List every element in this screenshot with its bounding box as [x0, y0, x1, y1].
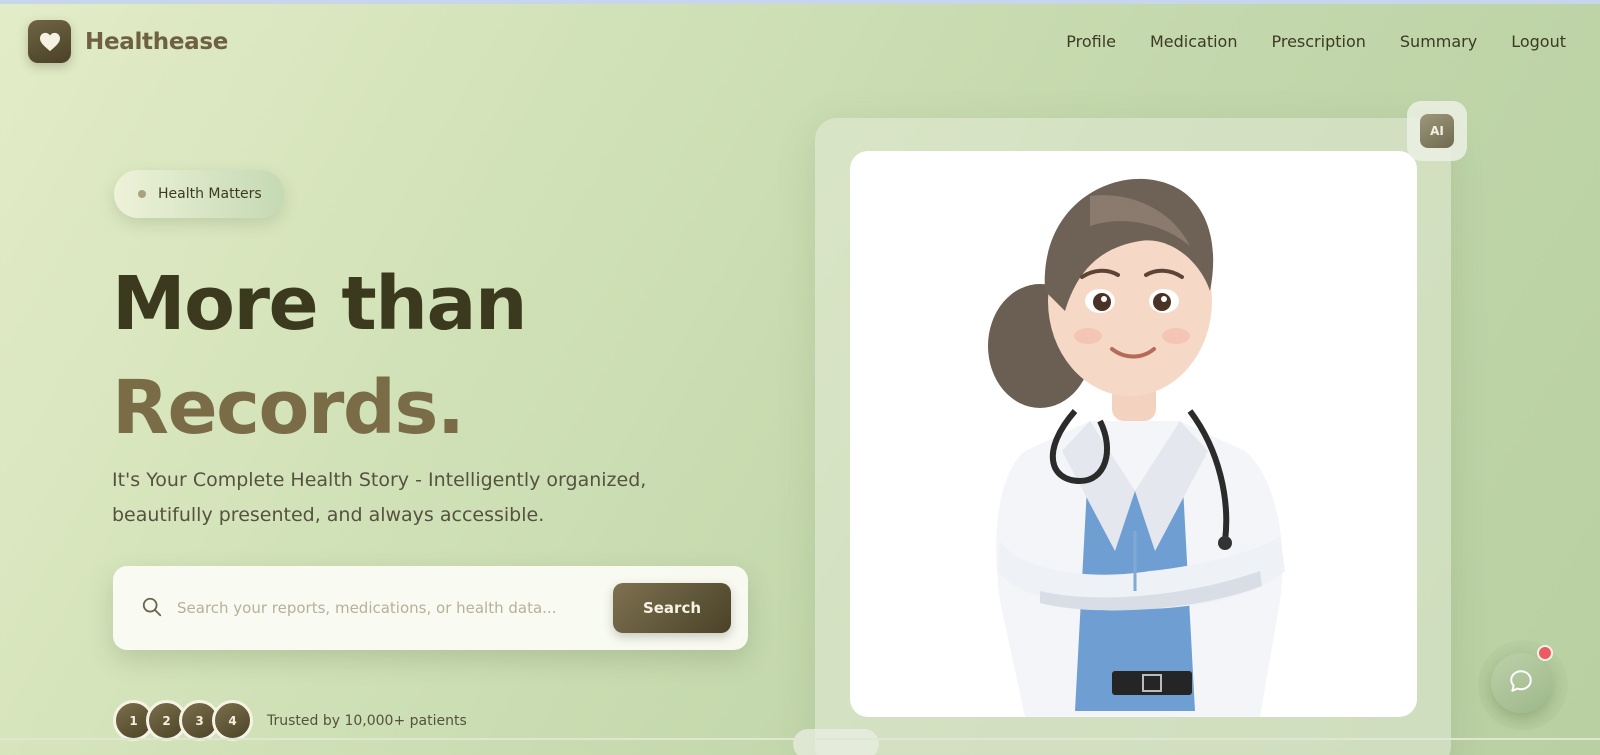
nav-prescription[interactable]: Prescription — [1271, 30, 1365, 54]
hero-subtitle: It's Your Complete Health Story - Intell… — [112, 469, 647, 526]
search-icon — [141, 596, 163, 623]
nav-logout[interactable]: Logout — [1511, 30, 1566, 54]
ai-badge-container[interactable]: AI — [1407, 101, 1467, 161]
page-bottom-edge — [0, 738, 1600, 740]
nav-profile[interactable]: Profile — [1066, 30, 1116, 54]
heart-icon — [28, 20, 71, 63]
brand-name: Healthease — [85, 28, 229, 55]
badge-dot — [138, 190, 146, 198]
search-button[interactable]: Search — [613, 583, 731, 633]
main-nav: Profile Medication Prescription Summary … — [1066, 30, 1566, 54]
search-input[interactable] — [177, 588, 597, 628]
chat-bubble-icon — [1508, 668, 1534, 699]
trust-row: 1 2 3 4 Trusted by 10,000+ patients — [113, 700, 467, 741]
ai-badge[interactable]: AI — [1420, 114, 1454, 148]
browser-top-edge — [0, 0, 1600, 4]
trust-text: Trusted by 10,000+ patients — [267, 712, 467, 729]
search-bar: Search — [113, 566, 748, 650]
nav-medication[interactable]: Medication — [1150, 30, 1238, 54]
scroll-indicator — [793, 729, 879, 755]
chat-notification-dot — [1537, 645, 1553, 661]
headline-line-1: More than — [112, 261, 528, 347]
doctor-illustration — [850, 151, 1417, 717]
nav-summary[interactable]: Summary — [1400, 30, 1477, 54]
brand[interactable]: Healthease — [28, 20, 228, 63]
chat-button[interactable] — [1491, 653, 1551, 713]
badge-label: Health Matters — [158, 186, 262, 202]
headline-line-2: Records. — [112, 365, 465, 451]
avatar: 4 — [212, 700, 253, 741]
hero-headline: More than Records. — [112, 252, 528, 460]
health-matters-badge: Health Matters — [114, 170, 284, 218]
